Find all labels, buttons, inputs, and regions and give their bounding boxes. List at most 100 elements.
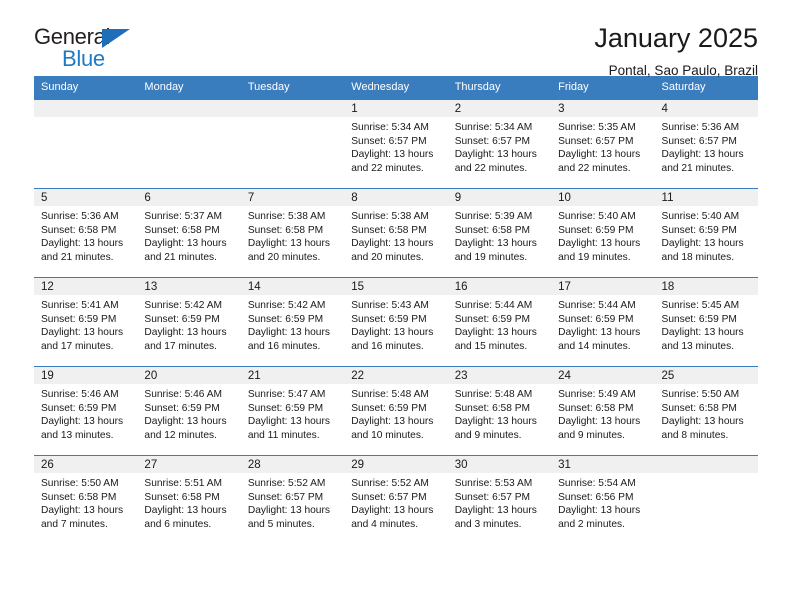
sunrise-text: Sunrise: 5:44 AM [454,300,533,311]
day-cell-8[interactable]: 8 Sunrise: 5:38 AM Sunset: 6:58 PM Daylight… [344,188,448,277]
day-cell-29[interactable]: 29 Sunrise: 5:52 AM Sunset: 6:57 PM Dayligh… [344,455,448,544]
day-cell-15[interactable]: 15 Sunrise: 5:43 AM Sunset: 6:59 PM Dayligh… [344,277,448,366]
day-cell-28[interactable]: 28 Sunrise: 5:52 AM Sunset: 6:57 PM Dayligh… [240,455,345,544]
day-details: Sunrise: 5:48 AM Sunset: 6:59 PM Daylight:… [344,384,447,442]
day-cell-9[interactable]: 9 Sunrise: 5:39 AM Sunset: 6:58 PM Daylight… [447,188,552,277]
day-cell-16[interactable]: 16 Sunrise: 5:44 AM Sunset: 6:59 PM Dayligh… [447,277,552,366]
sunset-text: Sunset: 6:58 PM [661,402,737,414]
day-cell-17[interactable]: 17 Sunrise: 5:44 AM Sunset: 6:59 PM Dayligh… [551,277,655,366]
day-number: 20 [137,367,241,384]
sunset-text: Sunset: 6:57 PM [558,135,634,147]
day-cell-5[interactable]: 5 Sunrise: 5:36 AM Sunset: 6:58 PM Daylight… [34,188,138,277]
daylight-text-line1: Daylight: 13 hours [351,238,434,250]
daylight-text-line1: Daylight: 13 hours [247,505,330,517]
day-cell-10[interactable]: 10 Sunrise: 5:40 AM Sunset: 6:59 PM Dayligh… [551,188,655,277]
day-cell-31[interactable]: 31 Sunrise: 5:54 AM Sunset: 6:56 PM Dayligh… [551,455,655,544]
daylight-text-line1: Daylight: 13 hours [351,416,434,428]
daylight-text-line1: Daylight: 13 hours [351,327,434,339]
sunrise-text: Sunrise: 5:52 AM [351,478,429,489]
day-cell-7[interactable]: 7 Sunrise: 5:38 AM Sunset: 6:58 PM Daylight… [240,188,345,277]
sunrise-text: Sunrise: 5:49 AM [558,389,636,400]
calendar-cell: 23 Sunrise: 5:48 AM Sunset: 6:58 PM Dayligh… [447,366,552,455]
day-cell-6[interactable]: 6 Sunrise: 5:37 AM Sunset: 6:58 PM Daylight… [137,188,241,277]
sunset-text: Sunset: 6:57 PM [351,135,427,147]
day-cell-25[interactable]: 25 Sunrise: 5:50 AM Sunset: 6:58 PM Dayligh… [654,366,758,455]
calendar-cell: 26 Sunrise: 5:50 AM Sunset: 6:58 PM Dayligh… [34,455,138,544]
day-details [137,117,240,121]
weekday-header-friday: Friday [551,76,655,99]
sunrise-text: Sunrise: 5:53 AM [454,478,533,489]
calendar-cell: 21 Sunrise: 5:47 AM Sunset: 6:59 PM Dayligh… [240,366,345,455]
day-details: Sunrise: 5:42 AM Sunset: 6:59 PM Daylight:… [137,295,240,353]
sunrise-text: Sunrise: 5:38 AM [247,211,326,222]
calendar-header-row: Sunday Monday Tuesday Wednesday Thursday Frid… [34,76,758,99]
calendar-week-row: 1 Sunrise: 5:34 AM Sunset: 6:57 PM Daylight… [34,99,758,188]
sunset-text: Sunset: 6:59 PM [558,313,634,325]
day-cell-22[interactable]: 22 Sunrise: 5:48 AM Sunset: 6:59 PM Dayligh… [344,366,448,455]
daylight-text-line1: Daylight: 13 hours [558,238,641,250]
calendar-cell [34,99,138,188]
day-cell-23[interactable]: 23 Sunrise: 5:48 AM Sunset: 6:58 PM Dayligh… [447,366,552,455]
calendar-cell: 7 Sunrise: 5:38 AM Sunset: 6:58 PM Daylight… [240,188,345,277]
day-cell-3[interactable]: 3 Sunrise: 5:35 AM Sunset: 6:57 PM Daylight… [551,99,655,188]
day-cell-20[interactable]: 20 Sunrise: 5:46 AM Sunset: 6:59 PM Dayligh… [137,366,241,455]
daylight-text-line2: and 9 minutes. [454,429,522,441]
day-cell-27[interactable]: 27 Sunrise: 5:51 AM Sunset: 6:58 PM Dayligh… [137,455,241,544]
sunrise-text: Sunrise: 5:47 AM [247,389,326,400]
day-cell-2[interactable]: 2 Sunrise: 5:34 AM Sunset: 6:57 PM Daylight… [447,99,552,188]
day-number: 10 [551,189,655,206]
sunset-text: Sunset: 6:59 PM [41,402,117,414]
day-cell-24[interactable]: 24 Sunrise: 5:49 AM Sunset: 6:58 PM Dayligh… [551,366,655,455]
day-number: 3 [551,100,655,117]
day-details: Sunrise: 5:53 AM Sunset: 6:57 PM Daylight:… [448,473,551,531]
calendar-cell: 5 Sunrise: 5:36 AM Sunset: 6:58 PM Daylight… [34,188,138,277]
daylight-text-line1: Daylight: 13 hours [247,416,330,428]
daylight-text-line1: Daylight: 13 hours [144,327,227,339]
weekday-header-saturday: Saturday [654,76,758,99]
sunset-text: Sunset: 6:57 PM [454,491,531,503]
calendar-cell: 19 Sunrise: 5:46 AM Sunset: 6:59 PM Dayligh… [34,366,138,455]
calendar-cell: 2 Sunrise: 5:34 AM Sunset: 6:57 PM Daylight… [447,99,552,188]
day-cell-18[interactable]: 18 Sunrise: 5:45 AM Sunset: 6:59 PM Dayligh… [654,277,758,366]
calendar-cell: 31 Sunrise: 5:54 AM Sunset: 6:56 PM Dayligh… [551,455,655,544]
day-details: Sunrise: 5:50 AM Sunset: 6:58 PM Daylight:… [34,473,137,531]
day-number: 6 [137,189,241,206]
sunrise-text: Sunrise: 5:44 AM [558,300,636,311]
sunrise-text: Sunrise: 5:48 AM [351,389,429,400]
sunset-text: Sunset: 6:57 PM [247,491,324,503]
day-cell-11[interactable]: 11 Sunrise: 5:40 AM Sunset: 6:59 PM Dayligh… [654,188,758,277]
sunrise-text: Sunrise: 5:34 AM [454,122,533,133]
day-details: Sunrise: 5:34 AM Sunset: 6:57 PM Daylight:… [448,117,551,175]
day-cell-13[interactable]: 13 Sunrise: 5:42 AM Sunset: 6:59 PM Dayligh… [137,277,241,366]
day-details: Sunrise: 5:40 AM Sunset: 6:59 PM Daylight:… [551,206,654,264]
calendar-cell [137,99,241,188]
calendar-week-row: 26 Sunrise: 5:50 AM Sunset: 6:58 PM Dayligh… [34,455,758,544]
sunset-text: Sunset: 6:58 PM [41,491,117,503]
calendar-cell: 15 Sunrise: 5:43 AM Sunset: 6:59 PM Dayligh… [344,277,448,366]
daylight-text-line1: Daylight: 13 hours [661,149,744,161]
day-cell-26[interactable]: 26 Sunrise: 5:50 AM Sunset: 6:58 PM Dayligh… [34,455,138,544]
day-cell-14[interactable]: 14 Sunrise: 5:42 AM Sunset: 6:59 PM Dayligh… [240,277,345,366]
day-number: 31 [551,456,655,473]
day-number: 2 [447,100,552,117]
sunset-text: Sunset: 6:57 PM [661,135,737,147]
day-cell-4[interactable]: 4 Sunrise: 5:36 AM Sunset: 6:57 PM Daylight… [654,99,758,188]
sunset-text: Sunset: 6:59 PM [247,402,324,414]
day-cell-19[interactable]: 19 Sunrise: 5:46 AM Sunset: 6:59 PM Dayligh… [34,366,138,455]
sunset-text: Sunset: 6:57 PM [454,135,531,147]
day-cell-21[interactable]: 21 Sunrise: 5:47 AM Sunset: 6:59 PM Dayligh… [240,366,345,455]
day-number: 13 [137,278,241,295]
calendar-cell: 11 Sunrise: 5:40 AM Sunset: 6:59 PM Dayligh… [654,188,758,277]
calendar-cell: 29 Sunrise: 5:52 AM Sunset: 6:57 PM Dayligh… [344,455,448,544]
day-number: 21 [240,367,345,384]
calendar-cell: 27 Sunrise: 5:51 AM Sunset: 6:58 PM Dayligh… [137,455,241,544]
day-cell-30[interactable]: 30 Sunrise: 5:53 AM Sunset: 6:57 PM Dayligh… [447,455,552,544]
day-cell-1[interactable]: 1 Sunrise: 5:34 AM Sunset: 6:57 PM Daylight… [344,99,448,188]
sunset-text: Sunset: 6:59 PM [247,313,324,325]
daylight-text-line2: and 15 minutes. [454,340,528,352]
day-cell-12[interactable]: 12 Sunrise: 5:41 AM Sunset: 6:59 PM Dayligh… [34,277,138,366]
daylight-text-line1: Daylight: 13 hours [144,505,227,517]
sunset-text: Sunset: 6:58 PM [247,224,324,236]
calendar-page: General Blue January 2025 Pontal, Sao Pa… [0,0,792,612]
day-number: 24 [551,367,655,384]
